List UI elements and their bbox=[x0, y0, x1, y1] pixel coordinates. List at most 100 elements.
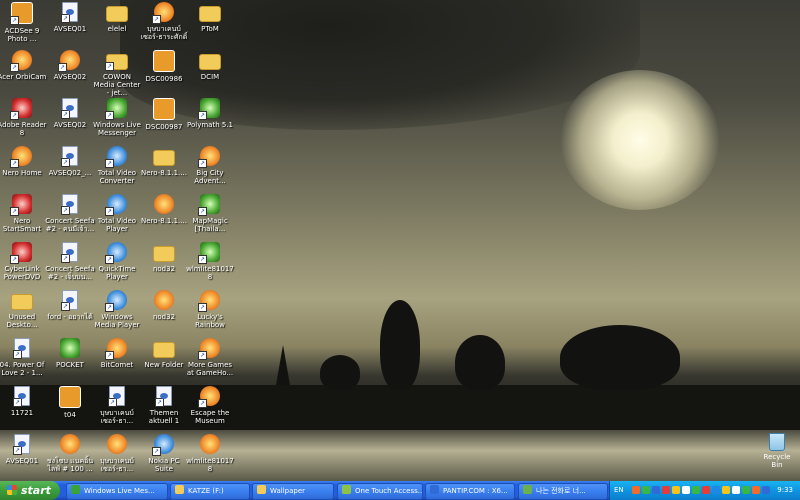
app-icon bbox=[154, 290, 174, 310]
desktop-icon[interactable]: wlmlite810178 bbox=[185, 434, 235, 473]
desktop-icon-label: wlmlite810178 bbox=[186, 265, 234, 281]
desktop-icon[interactable]: DSC00987 bbox=[139, 98, 189, 131]
desktop-icon-label: Unused Deskto... bbox=[6, 313, 38, 329]
desktop-icon[interactable]: DCIM bbox=[185, 50, 235, 81]
desktop-icon[interactable]: New Folder bbox=[139, 338, 189, 369]
desktop-icon[interactable]: ↗ AVSEQ02_... bbox=[45, 146, 95, 177]
file-icon: ↗ bbox=[61, 2, 78, 23]
taskbar-button[interactable]: KATZE (F:) bbox=[170, 483, 250, 500]
desktop-icon[interactable]: elelel bbox=[92, 2, 142, 33]
desktop-icon-label: ACDSee 9 Photo ... bbox=[4, 27, 40, 43]
desktop-icon[interactable]: ↗ ford - อยากได้ bbox=[45, 290, 95, 321]
tray-icon[interactable] bbox=[742, 486, 750, 494]
desktop-icon[interactable]: ↗ MapMagic [Thaila... bbox=[185, 194, 235, 233]
red-icon: ↗ bbox=[10, 98, 32, 120]
desktop-icon[interactable]: ↗ 04. Power Of Love 2 - 1... bbox=[0, 338, 47, 377]
taskbar-button[interactable]: One Touch Access... bbox=[337, 483, 423, 500]
shortcut-arrow-icon: ↗ bbox=[10, 63, 19, 72]
desktop-icon[interactable]: ชงโซบ แนคอิ้น ไลฟ์ # 100 ... bbox=[45, 434, 95, 473]
wallpaper-tree bbox=[560, 325, 680, 390]
tray-icon[interactable] bbox=[632, 486, 640, 494]
green-icon: ↗ bbox=[198, 98, 220, 120]
desktop-icon-label: บุษบาเคนบ์ เซอร์-ธาระศักดิ์ bbox=[140, 25, 188, 41]
tray-icon[interactable] bbox=[692, 486, 700, 494]
desktop-icon-label: QuickTime Player bbox=[98, 265, 136, 281]
desktop-icon[interactable]: nod32 bbox=[139, 290, 189, 321]
desktop-icon[interactable]: ↗ BitComet bbox=[92, 338, 142, 369]
desktop-icon[interactable]: ↗ AVSEQ01 bbox=[45, 2, 95, 33]
shortcut-arrow-icon: ↗ bbox=[198, 303, 207, 312]
start-label: start bbox=[21, 484, 51, 497]
wallpaper-tree bbox=[455, 335, 505, 390]
desktop[interactable]: ↗ ACDSee 9 Photo ... ↗ AVSEQ01 elelel ↗ บุษบาเ… bbox=[0, 0, 800, 481]
desktop-icon[interactable]: DSC00986 bbox=[139, 50, 189, 83]
desktop-icon[interactable]: PToM bbox=[185, 2, 235, 33]
desktop-icon[interactable]: ↗ AVSEQ02 bbox=[45, 50, 95, 81]
shortcut-arrow-icon: ↗ bbox=[10, 207, 19, 216]
desktop-icon[interactable]: ↗ More Games at GameHo... bbox=[185, 338, 235, 377]
desktop-icon[interactable]: ↗ Lucky's Rainbow bbox=[185, 290, 235, 329]
desktop-icon[interactable]: ↗ Nokia PC Suite bbox=[139, 434, 189, 473]
recycle-bin[interactable]: Recycle Bin bbox=[757, 433, 797, 469]
desktop-icon[interactable]: ↗ Windows Media Player bbox=[92, 290, 142, 329]
file-icon: ↗ bbox=[61, 194, 78, 215]
desktop-icon[interactable]: ↗ Themen aktuell 1 bbox=[139, 386, 189, 425]
taskbar-button-label: 나는 전화로 너... bbox=[536, 487, 586, 495]
tray-icon[interactable] bbox=[642, 486, 650, 494]
desktop-icon[interactable]: POCKET bbox=[45, 338, 95, 369]
desktop-icon[interactable]: บุษบาเคนบ์ เซอร์-ธา... bbox=[92, 434, 142, 473]
desktop-icon[interactable]: ↗ ACDSee 9 Photo ... bbox=[0, 2, 47, 43]
desktop-icon[interactable]: ↗ Total Video Converter bbox=[92, 146, 142, 185]
desktop-icon[interactable]: ↗ Acer OrbiCam bbox=[0, 50, 47, 81]
desktop-icon[interactable]: ↗ Nero StartSmart bbox=[0, 194, 47, 233]
clock[interactable]: 9:33 bbox=[777, 481, 793, 500]
tray-icon[interactable] bbox=[752, 486, 760, 494]
desktop-icon[interactable]: ↗ Concert Seefa #2 - เจ็บบน... bbox=[45, 242, 95, 281]
desktop-icon[interactable]: ↗ COWON Media Center - jet... bbox=[92, 50, 142, 97]
desktop-icon[interactable]: ↗ AVSEQ01 bbox=[0, 434, 47, 465]
desktop-icon[interactable]: t04 bbox=[45, 386, 95, 419]
desktop-icon[interactable]: ↗ บุษบาเคนบ์ เซอร์-ธาระศักดิ์ bbox=[139, 2, 189, 41]
desktop-icon[interactable]: ↗ Big City Advent... bbox=[185, 146, 235, 185]
language-indicator[interactable]: EN bbox=[614, 481, 624, 500]
tray-icon[interactable] bbox=[732, 486, 740, 494]
desktop-icon[interactable]: Nero-8.1.1.... bbox=[139, 194, 189, 225]
tray-icon[interactable] bbox=[662, 486, 670, 494]
desktop-icon-label: Themen aktuell 1 bbox=[148, 409, 180, 425]
tray-icon[interactable] bbox=[762, 486, 770, 494]
tray-icon[interactable] bbox=[702, 486, 710, 494]
desktop-icon[interactable]: nod32 bbox=[139, 242, 189, 273]
desktop-icon[interactable]: ↗ wlmlite810178 bbox=[185, 242, 235, 281]
tray-icon[interactable] bbox=[652, 486, 660, 494]
shortcut-arrow-icon: ↗ bbox=[105, 207, 114, 216]
tray-icon[interactable] bbox=[712, 486, 720, 494]
desktop-icon[interactable]: ↗ Concert Seefa #2 - คนมีเจ้า... bbox=[45, 194, 95, 233]
taskbar-button[interactable]: 나는 전화로 너... bbox=[518, 483, 608, 500]
desktop-icon[interactable]: ↗ AVSEQ02 bbox=[45, 98, 95, 129]
desktop-icon[interactable]: ↗ บุษบาเคนบ์ เซอร์-ธา... bbox=[92, 386, 142, 425]
desktop-icon[interactable]: ↗ Nero Home bbox=[0, 146, 47, 177]
desktop-icon[interactable]: ↗ CyberLink PowerDVD bbox=[0, 242, 47, 281]
desktop-icon[interactable]: ↗ QuickTime Player bbox=[92, 242, 142, 281]
tray-icon[interactable] bbox=[672, 486, 680, 494]
desktop-icon-label: nod32 bbox=[152, 313, 176, 321]
green-icon: ↗ bbox=[198, 194, 220, 216]
desktop-icon-label: t04 bbox=[64, 411, 76, 419]
taskbar-button-label: PANTIP.COM : X6... bbox=[443, 487, 508, 495]
desktop-icon[interactable]: ↗ Escape the Museum bbox=[185, 386, 235, 425]
tray-icon[interactable] bbox=[722, 486, 730, 494]
tray-icon[interactable] bbox=[682, 486, 690, 494]
desktop-icon[interactable]: ↗ Adobe Reader 8 bbox=[0, 98, 47, 137]
desktop-icon[interactable]: ↗ 11721 bbox=[0, 386, 47, 417]
taskbar-button[interactable]: PANTIP.COM : X6... bbox=[425, 483, 515, 500]
taskbar-button[interactable]: Windows Live Mes... bbox=[66, 483, 168, 500]
taskbar-button[interactable]: Wallpaper bbox=[252, 483, 334, 500]
desktop-icon[interactable]: ↗ Polymath 5.1 bbox=[185, 98, 235, 129]
app-icon: ↗ bbox=[198, 290, 220, 312]
desktop-icon[interactable]: Unused Deskto... bbox=[0, 290, 47, 329]
desktop-icon[interactable]: Nero-8.1.1.... bbox=[139, 146, 189, 177]
desktop-icon[interactable]: ↗ Total Video Player bbox=[92, 194, 142, 233]
start-button[interactable]: start bbox=[0, 481, 60, 500]
desktop-icon[interactable]: ↗ Windows Live Messenger bbox=[92, 98, 142, 137]
desktop-icon-label: DCIM bbox=[200, 73, 220, 81]
